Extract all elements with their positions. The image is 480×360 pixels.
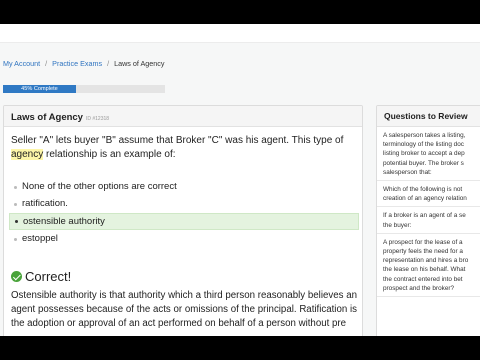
question-id: ID #12318 [85,116,110,122]
answer-option-label: estoppel [22,233,58,245]
answer-option-selected[interactable]: ostensible authority [9,212,359,230]
option-bullet-icon [15,219,18,223]
highlighted-term: agency [11,149,44,160]
option-bullet-icon [14,237,17,241]
answer-option[interactable]: None of the other options are correct [9,178,359,195]
progress-fill: 45% Complete [3,85,76,93]
result-text: Correct! [25,269,72,285]
top-nav-bar [0,24,480,43]
breadcrumb: My Account / Practice Exams / Laws of Agency [3,59,164,68]
answer-option[interactable]: ratification. [9,195,359,212]
question-card-header: Laws of Agency ID #12318 [4,106,362,127]
question-text-end: relationship is an example of: [43,149,176,160]
answer-options: None of the other options are correct ra… [9,178,359,248]
letterbox-bottom [0,336,480,360]
questions-to-review-panel: Questions to Review A salesperson takes … [376,105,480,336]
breadcrumb-separator: / [107,59,110,68]
review-question-item[interactable]: A prospect for the lease of a property f… [377,234,480,298]
question-title: Laws of Agency [11,112,83,123]
breadcrumb-practice-exams-link[interactable]: Practice Exams [52,59,102,68]
progress-bar: 45% Complete [3,85,165,93]
breadcrumb-separator: / [45,59,48,68]
breadcrumb-current: Laws of Agency [114,59,165,68]
page: My Account / Practice Exams / Laws of Agency… [0,24,480,336]
answer-option[interactable]: estoppel [9,230,359,247]
answer-option-label: None of the other options are correct [22,181,177,192]
breadcrumb-my-account-link[interactable]: My Account [3,59,40,68]
option-bullet-icon [14,202,17,206]
review-question-item[interactable]: Which of the following is not creation o… [377,181,480,208]
answer-option-label: ratification. [22,198,68,210]
review-panel-title: Questions to Review [377,106,480,127]
check-circle-icon [11,271,22,283]
option-bullet-icon [14,185,17,189]
review-question-item[interactable]: If a broker is an agent of a se the buye… [377,207,480,234]
letterbox-top [0,0,480,24]
question-text-start: Seller "A" lets buyer "B" assume that Br… [11,135,344,146]
question-card: Laws of Agency ID #12318 Seller "A" lets … [3,105,363,336]
review-question-item[interactable]: A salesperson takes a listing, terminolo… [377,127,480,182]
result-banner: Correct! [11,268,71,284]
question-text: Seller "A" lets buyer "B" assume that Br… [11,134,356,162]
explanation-text: Ostensible authority is that authority w… [11,290,357,329]
answer-option-label: ostensible authority [23,215,105,227]
